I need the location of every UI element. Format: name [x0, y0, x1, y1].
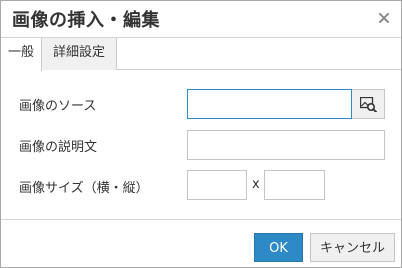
- ok-button[interactable]: OK: [254, 233, 303, 262]
- tab-bar: 一般 詳細設定: [1, 38, 401, 71]
- image-width-input[interactable]: [187, 170, 247, 200]
- image-description-label: 画像の説明文: [19, 140, 98, 155]
- dialog-titlebar: 画像の挿入・編集: [1, 1, 401, 38]
- size-separator: x: [252, 177, 260, 192]
- dialog-title: 画像の挿入・編集: [12, 10, 160, 31]
- browse-button[interactable]: [352, 89, 385, 119]
- tab-advanced[interactable]: 詳細設定: [42, 38, 117, 70]
- image-source-label: 画像のソース: [19, 99, 97, 114]
- tab-general[interactable]: 一般: [1, 38, 42, 71]
- cancel-button[interactable]: キャンセル: [310, 233, 395, 262]
- image-dialog: 画像の挿入・編集 一般 詳細設定 画像のソース 画像の説明文 画像サイズ（横・縦…: [0, 0, 402, 268]
- close-icon[interactable]: [377, 10, 391, 24]
- image-description-input[interactable]: [187, 130, 385, 160]
- image-source-input[interactable]: [187, 89, 352, 119]
- image-height-input[interactable]: [264, 170, 325, 200]
- dialog-footer: OK キャンセル: [1, 219, 401, 267]
- image-size-label: 画像サイズ（横・縦）: [19, 181, 149, 196]
- image-browse-icon: [360, 97, 377, 112]
